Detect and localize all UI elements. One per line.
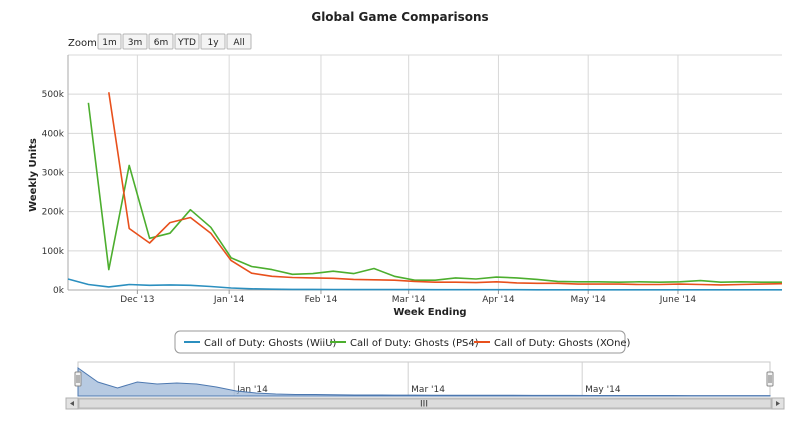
y-tick-label: 0k	[53, 286, 65, 296]
navigator-tick-label: May '14	[585, 385, 621, 395]
zoom-label: Zoom	[68, 38, 97, 49]
navigator[interactable]: Jan '14 Mar '14 May '14III	[65, 361, 785, 410]
y-tick-label: 200k	[42, 208, 65, 218]
navigator-right-handle[interactable]	[766, 371, 774, 387]
zoom-controls: Zoom 1m 3m 6m YTD 1y All	[68, 33, 252, 50]
navigator-tick-label: Mar '14	[411, 385, 445, 395]
chart-svg: Global Game Comparisons Zoom 1m 3m 6m YTD 1y…	[28, 10, 785, 410]
legend-item-2[interactable]: Call of Duty: Ghosts (PS4)	[350, 338, 479, 349]
x-tick-label: Feb '14	[305, 295, 338, 305]
zoom-button-label: All	[233, 38, 244, 48]
x-tick-label: Apr '14	[482, 295, 515, 305]
zoom-button-label: YTD	[177, 38, 196, 48]
y-axis: 0k 100k 200k 300k 400k 500k	[42, 90, 65, 296]
zoom-button-label: 3m	[128, 38, 143, 48]
x-axis-title: Week Ending	[393, 307, 466, 318]
chart-title: Global Game Comparisons	[311, 10, 488, 24]
zoom-button-6m[interactable]: 6m	[148, 33, 174, 50]
legend-item-3[interactable]: Call of Duty: Ghosts (XOne)	[494, 338, 631, 349]
legend-item-1[interactable]: Call of Duty: Ghosts (WiiU)	[204, 338, 337, 349]
zoom-button-3m[interactable]: 3m	[122, 33, 148, 50]
navigator-left-handle[interactable]	[74, 371, 82, 387]
zoom-button-1y[interactable]: 1y	[200, 33, 226, 50]
y-tick-label: 500k	[42, 90, 65, 100]
grid	[67, 54, 782, 291]
x-tick-label: Jan '14	[213, 295, 245, 305]
zoom-button-1m[interactable]: 1m	[97, 33, 122, 50]
zoom-button-ytd[interactable]: YTD	[174, 33, 200, 50]
y-tick-label: 100k	[42, 247, 65, 257]
legend: Call of Duty: Ghosts (WiiU) Call of Duty:…	[174, 330, 631, 354]
x-axis: Dec '13 Jan '14 Feb '14 Mar '14 Apr '14 May '…	[120, 290, 696, 305]
x-tick-label: June '14	[659, 295, 697, 305]
y-axis-title: Weekly Units	[28, 138, 39, 212]
chart-container: Global Game Comparisons Zoom 1m 3m 6m YTD 1y…	[0, 0, 800, 421]
y-tick-label: 400k	[42, 129, 65, 139]
zoom-button-label: 1m	[102, 38, 117, 48]
zoom-button-all[interactable]: All	[226, 33, 252, 50]
y-tick-label: 300k	[42, 169, 65, 179]
x-tick-label: Dec '13	[120, 295, 154, 305]
zoom-button-label: 6m	[154, 38, 169, 48]
zoom-button-label: 1y	[207, 38, 219, 48]
scrollbar-grip: III	[420, 400, 428, 410]
x-tick-label: May '14	[570, 295, 606, 305]
x-tick-label: Mar '14	[392, 295, 426, 305]
